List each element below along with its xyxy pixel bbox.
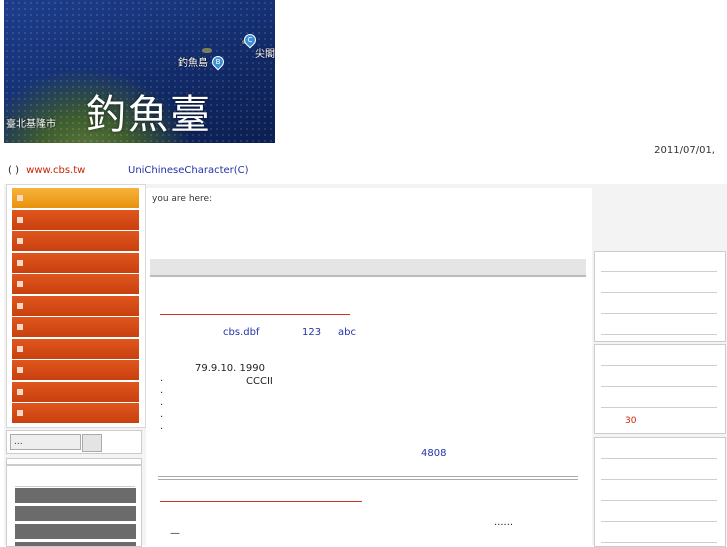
bullet-icon <box>17 217 23 223</box>
nav-item[interactable] <box>12 253 139 273</box>
right-box-2: 30 <box>594 344 726 434</box>
bullet-icon <box>17 281 23 287</box>
nav-item[interactable] <box>12 317 139 337</box>
nav-item[interactable] <box>12 274 139 294</box>
bullet-icon <box>17 324 23 330</box>
red-underline <box>160 501 362 502</box>
separator-line <box>601 542 717 543</box>
place-label: 尖閣 <box>255 49 275 60</box>
nav-item[interactable] <box>12 188 139 208</box>
bullet-icon <box>17 346 23 352</box>
bullet-icon <box>17 238 23 244</box>
bullet-icon <box>17 303 23 309</box>
banner-image: B C 釣魚島 尖閣 臺北基隆市 釣魚臺 <box>4 0 275 143</box>
left-links-box <box>6 465 142 547</box>
separator-line <box>601 479 717 480</box>
count-link[interactable]: 4808 <box>421 448 446 459</box>
separator-line <box>601 292 717 293</box>
breadcrumb: you are here: <box>152 194 213 204</box>
cccii-text: CCCII <box>246 376 273 387</box>
paren-text: ( ) <box>8 165 19 176</box>
separator-line <box>601 365 717 366</box>
section-header-bar <box>150 259 586 277</box>
bullet-text: · <box>160 424 164 435</box>
nav-item[interactable] <box>12 339 139 359</box>
separator-line <box>601 386 717 387</box>
unichinese-link[interactable]: UniChineseCharacter(C) <box>128 165 249 176</box>
bullet-icon <box>17 410 23 416</box>
bullet-text: · <box>160 376 164 387</box>
search-button[interactable] <box>82 434 102 452</box>
main-content: you are here: cbs.dbf 123 abc 79.9.10. 1… <box>146 188 592 545</box>
red-underline <box>160 314 350 315</box>
bullet-icon <box>17 195 23 201</box>
left-nav <box>6 184 146 428</box>
search-input[interactable]: ... <box>10 434 81 450</box>
left-divider-box <box>6 458 142 465</box>
bullet-text: · <box>160 388 164 399</box>
right-box-3 <box>594 437 726 547</box>
nav-item[interactable] <box>12 403 139 423</box>
nav-item[interactable] <box>12 210 139 230</box>
cbs-dbf-link[interactable]: cbs.dbf <box>223 327 259 338</box>
bullet-icon <box>17 260 23 266</box>
search-box: ... <box>6 430 142 454</box>
place-label: 臺北基隆市 <box>6 119 56 130</box>
island-shape <box>202 48 212 53</box>
separator-line <box>601 521 717 522</box>
separator-line <box>601 458 717 459</box>
number-link[interactable]: 30 <box>625 416 636 426</box>
nav-item[interactable] <box>12 382 139 402</box>
gray-link-bar[interactable] <box>15 542 136 546</box>
top-link-bar: ( ) www.cbs.tw UniChineseCharacter(C) <box>8 165 249 176</box>
separator-line <box>601 407 717 408</box>
gray-link-bar[interactable] <box>15 524 136 539</box>
bullet-icon <box>17 389 23 395</box>
ellipsis-text: ...... <box>494 517 514 528</box>
separator-line <box>601 313 717 314</box>
nav-item[interactable] <box>12 360 139 380</box>
site-link[interactable]: www.cbs.tw <box>26 165 85 176</box>
link-123[interactable]: 123 <box>302 327 321 338</box>
link-abc[interactable]: abc <box>338 327 356 338</box>
right-box-1 <box>594 251 726 342</box>
separator-line <box>15 486 135 487</box>
nav-item[interactable] <box>12 296 139 316</box>
date-line-text: 79.9.10. 1990 <box>195 363 265 374</box>
bullet-text: · <box>160 412 164 423</box>
nav-item[interactable] <box>12 231 139 251</box>
separator-line <box>601 271 717 272</box>
date-text: 2011/07/01, <box>654 145 715 156</box>
banner-title: 釣魚臺 <box>86 92 212 138</box>
separator-line <box>601 500 717 501</box>
bullet-text: · <box>160 400 164 411</box>
gray-link-bar[interactable] <box>15 506 136 521</box>
double-divider <box>158 476 578 480</box>
bullet-icon <box>17 367 23 373</box>
place-label: 釣魚島 <box>178 58 208 69</box>
dash-text: — <box>170 528 180 539</box>
separator-line <box>601 334 717 335</box>
gray-link-bar[interactable] <box>15 488 136 503</box>
